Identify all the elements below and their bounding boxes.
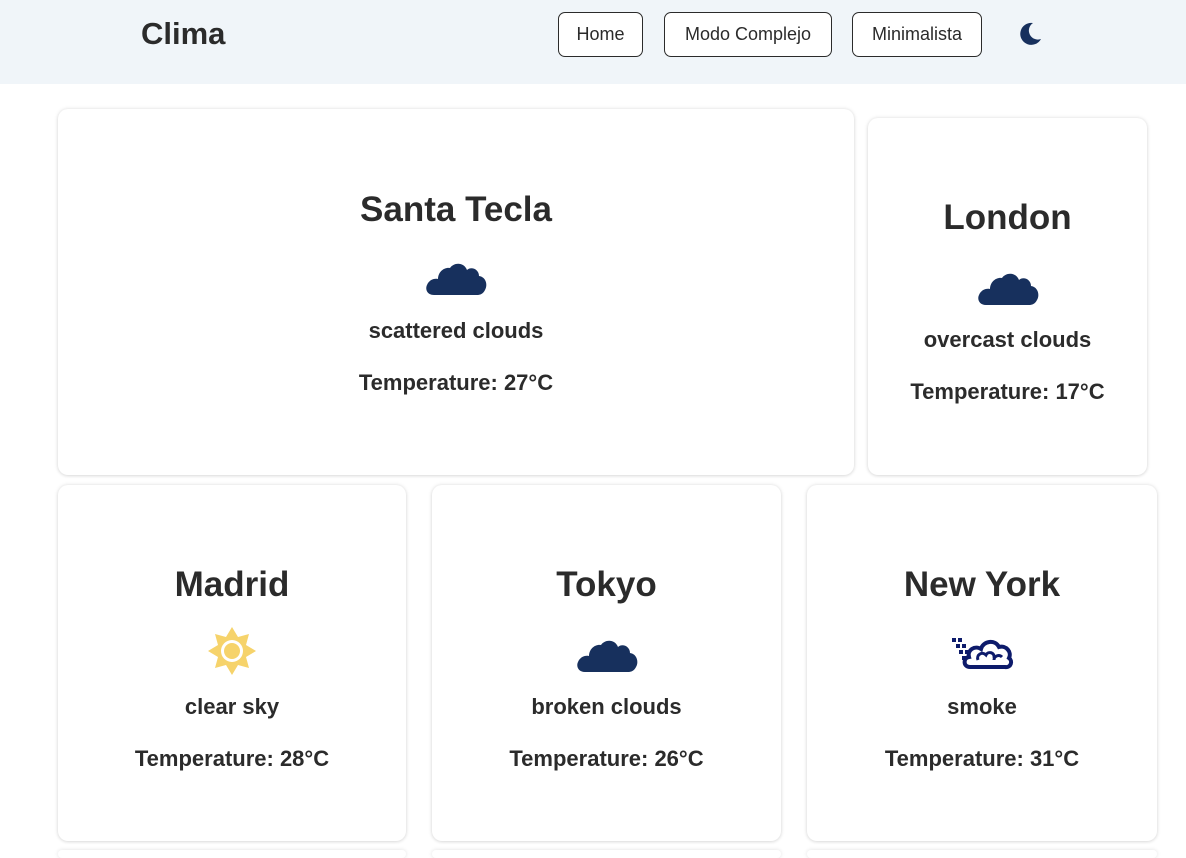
weather-card-partial [432,850,781,858]
weather-description: overcast clouds [923,327,1092,352]
weather-description: broken clouds [531,694,682,719]
sun-icon [208,627,256,675]
weather-card-partial [807,850,1157,858]
weather-card-santa-tecla[interactable]: Santa Tecla scattered clouds Temperature… [58,109,854,475]
weather-card-madrid[interactable]: Madrid clear sky Temperature: 28°C [58,485,406,841]
city-name: London [943,198,1072,237]
weather-card-london[interactable]: London overcast clouds Temperature: 17°C [868,118,1147,475]
city-name: Santa Tecla [360,190,552,229]
top-navbar: Clima Home Modo Complejo Minimalista [0,0,1186,84]
weather-description: scattered clouds [368,318,544,343]
city-name: Tokyo [556,565,657,604]
weather-card-tokyo[interactable]: Tokyo broken clouds Temperature: 26°C [432,485,781,841]
weather-card-new-york[interactable]: New York smoke Temperature: 31°C [807,485,1157,841]
cloud-icon [977,273,1038,305]
nav-minimalist-button[interactable]: Minimalista [852,12,982,57]
cloud-icon [576,640,637,672]
temperature-text: Temperature: 26°C [509,746,704,771]
temperature-text: Temperature: 28°C [134,746,330,771]
nav-home-button[interactable]: Home [558,12,643,57]
smoke-icon [952,638,1014,670]
city-name: New York [903,565,1061,604]
app-title[interactable]: Clima [141,16,225,52]
temperature-text: Temperature: 17°C [910,379,1105,404]
temperature-text: Temperature: 31°C [884,746,1080,771]
nav-complex-mode-button[interactable]: Modo Complejo [664,12,832,57]
weather-description: smoke [947,694,1017,719]
weather-description: clear sky [184,694,280,719]
moon-icon[interactable] [1016,20,1044,48]
city-name: Madrid [174,565,290,604]
temperature-text: Temperature: 27°C [358,370,554,395]
weather-card-partial [58,850,406,858]
cloud-icon [426,263,487,295]
